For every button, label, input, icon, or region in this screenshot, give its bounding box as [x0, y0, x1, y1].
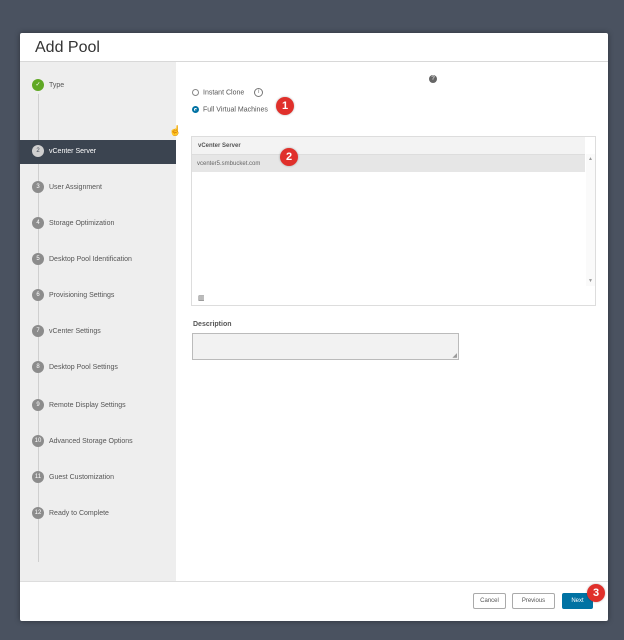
step-label: Desktop Pool Identification — [49, 256, 132, 263]
step-number: 5 — [32, 253, 44, 265]
step-label: Storage Optimization — [49, 220, 115, 227]
footer-divider — [20, 581, 608, 582]
step-desktop-pool-settings[interactable]: 8 Desktop Pool Settings — [20, 356, 176, 380]
step-number: 9 — [32, 399, 44, 411]
add-pool-dialog: Add Pool ✓ Type 2 vCenter Server 3 User … — [20, 33, 608, 621]
vcenter-server-cell: vcenter5.smbucket.com — [197, 161, 261, 167]
step-guest-customization[interactable]: 11 Guest Customization — [20, 466, 176, 490]
step-number: 12 — [32, 507, 44, 519]
step-number: 3 — [32, 181, 44, 193]
step-label: vCenter Settings — [49, 328, 101, 335]
column-header-label: vCenter Server — [198, 143, 241, 149]
step-ready-to-complete[interactable]: 12 Ready to Complete — [20, 502, 176, 526]
step-number: 7 — [32, 325, 44, 337]
grid-column-header[interactable]: vCenter Server — [192, 137, 585, 155]
step-provisioning-settings[interactable]: 6 Provisioning Settings — [20, 284, 176, 308]
step-remote-display-settings[interactable]: 9 Remote Display Settings — [20, 394, 176, 418]
dialog-title: Add Pool — [35, 39, 100, 56]
full-virtual-machines-option[interactable]: Full Virtual Machines — [192, 106, 268, 113]
step-number: 4 — [32, 217, 44, 229]
step-vcenter-server[interactable]: 2 vCenter Server — [20, 140, 176, 164]
step-number: 8 — [32, 361, 44, 373]
step-label: User Assignment — [49, 184, 102, 191]
step-number: 10 — [32, 435, 44, 447]
annotation-badge-3: 3 — [587, 584, 605, 602]
step-label: Remote Display Settings — [49, 402, 126, 409]
description-textarea[interactable]: ◢ — [192, 333, 459, 360]
instant-clone-radio[interactable] — [192, 89, 199, 96]
grid-footer: ▥ — [192, 289, 595, 305]
step-advanced-storage-options[interactable]: 10 Advanced Storage Options — [20, 430, 176, 454]
resize-grip-icon[interactable]: ◢ — [452, 352, 457, 359]
column-toggle-icon[interactable]: ▥ — [198, 294, 205, 302]
mouse-cursor-icon: ☝ — [169, 126, 182, 137]
step-storage-optimization[interactable]: 4 Storage Optimization — [20, 212, 176, 236]
previous-button[interactable]: Previous — [512, 593, 555, 609]
step-label: Ready to Complete — [49, 510, 109, 517]
step-number: 2 — [32, 145, 44, 157]
step-label: Guest Customization — [49, 474, 114, 481]
table-row[interactable]: vcenter5.smbucket.com — [192, 155, 585, 172]
annotation-badge-2: 2 — [280, 148, 298, 166]
step-label: Type — [49, 82, 65, 89]
step-label: Desktop Pool Settings — [49, 364, 118, 371]
step-user-assignment[interactable]: 3 User Assignment — [20, 176, 176, 200]
step-label: Provisioning Settings — [49, 292, 115, 299]
step-type[interactable]: ✓ Type — [20, 74, 176, 98]
step-desktop-pool-identification[interactable]: 5 Desktop Pool Identification — [20, 248, 176, 272]
full-virtual-machines-label: Full Virtual Machines — [203, 106, 268, 114]
step-number: 6 — [32, 289, 44, 301]
check-icon: ✓ — [32, 79, 44, 91]
vcenter-server-grid: vCenter Server vcenter5.smbucket.com ▲ ▼… — [191, 136, 596, 306]
grid-scrollbar[interactable]: ▲ ▼ — [586, 154, 595, 286]
scroll-down-icon[interactable]: ▼ — [588, 278, 593, 284]
instant-clone-option[interactable]: Instant Clone i — [192, 88, 264, 97]
step-number: 11 — [32, 471, 44, 483]
cancel-button[interactable]: Cancel — [473, 593, 506, 609]
wizard-sidebar: ✓ Type 2 vCenter Server 3 User Assignmen… — [20, 62, 176, 581]
step-label: Advanced Storage Options — [49, 438, 133, 445]
instant-clone-label: Instant Clone — [203, 89, 245, 97]
step-label: vCenter Server — [49, 148, 97, 155]
help-icon[interactable]: ? — [429, 75, 437, 83]
info-icon[interactable]: i — [254, 88, 264, 97]
scroll-up-icon[interactable]: ▲ — [588, 156, 593, 162]
step-vcenter-settings[interactable]: 7 vCenter Settings — [20, 320, 176, 344]
description-label: Description — [193, 321, 232, 328]
full-virtual-machines-radio[interactable] — [192, 106, 199, 113]
annotation-badge-1: 1 — [276, 97, 294, 115]
